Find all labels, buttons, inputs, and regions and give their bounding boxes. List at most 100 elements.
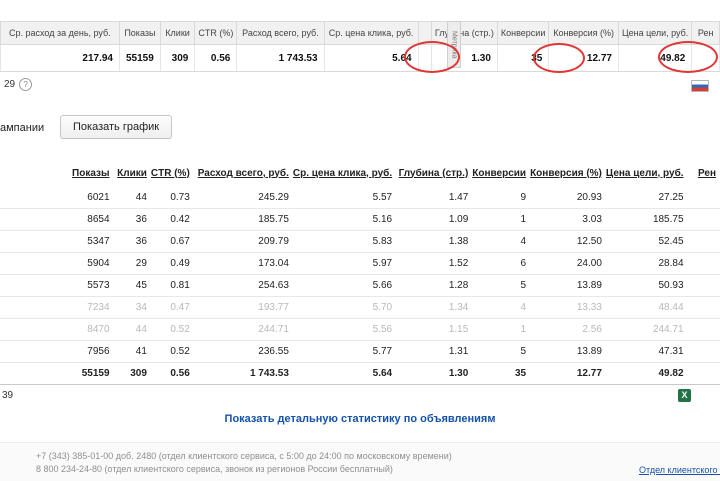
cell: 48.44 [605,296,688,319]
cell: 0.73 [150,187,194,209]
total-cell: 309 [113,362,151,385]
cell: 4 [472,230,531,253]
summary-value-impressions: 55159 [118,44,161,72]
cell: 27.25 [605,187,688,209]
excel-export-icon[interactable]: X [678,389,691,402]
cell: 185.75 [605,208,688,231]
cell: 5.70 [292,296,397,319]
cell: 45 [113,274,151,297]
cell [687,274,720,297]
cell: 41 [113,340,151,363]
table-row: 5904 29 0.49 173.04 5.97 1.52 6 24.00 28… [0,252,720,275]
cell: 5.77 [292,340,397,363]
summary-col-conversions[interactable]: Конверсии [496,21,550,45]
col-impressions[interactable]: Показы [0,163,114,187]
cell: 244.71 [605,318,688,341]
col-conversion-rate[interactable]: Конверсия (%) [530,163,606,187]
col-depth[interactable]: Глубина (стр.) [396,163,472,187]
total-cell: 1.30 [396,362,473,385]
cell: 20.93 [530,187,606,209]
cell: 47.31 [605,340,688,363]
footer: +7 (343) 385-01-00 доб. 2480 (отдел клие… [0,442,720,481]
summary-col-conversion-rate[interactable]: Конверсия (%) [548,21,619,45]
total-cell: 5.64 [292,362,397,385]
table-row-muted: 8470 44 0.52 244.71 5.56 1.15 1 2.56 244… [0,318,720,341]
cell: 245.29 [193,187,293,209]
footer-phone-tollfree: 8 800 234-24-80 (отдел клиентского серви… [36,464,393,474]
col-cost-per-goal[interactable]: Цена цели, руб. [606,163,688,187]
cell: 5 [472,274,531,297]
cell: 0.52 [150,318,194,341]
cell: 5.56 [292,318,397,341]
total-cell: 1 743.53 [193,362,293,385]
total-cell [687,362,720,385]
cell: 44 [113,318,151,341]
total-cell: 0.56 [150,362,194,385]
show-chart-button[interactable]: Показать график [60,115,173,139]
table-row: 8654 36 0.42 185.75 5.16 1.09 1 3.03 185… [0,208,720,231]
col-cut[interactable]: Рен [688,163,720,187]
cell: 5.16 [292,208,397,231]
cell: 13.89 [530,274,606,297]
cell: 5 [472,340,531,363]
table-row: 5573 45 0.81 254.63 5.66 1.28 5 13.89 50… [0,274,720,297]
cell: 5.97 [292,252,397,275]
total-cell: 35 [472,362,531,385]
cell: 0.47 [150,296,194,319]
cell: 4 [472,296,531,319]
cell: 29 [113,252,151,275]
cell: 244.71 [193,318,293,341]
cell [687,318,720,341]
cell: 9 [472,187,531,209]
summary-value-clicks: 309 [159,44,196,72]
cell: 0.42 [150,208,194,231]
summary-value-total-spend: 1 743.53 [236,44,325,72]
summary-col-avg-daily-spend[interactable]: Ср. расход за день, руб. [0,21,120,45]
summary-col-total-spend[interactable]: Расход всего, руб. [236,21,325,45]
cell: 209.79 [193,230,293,253]
summary-col-avg-cpc[interactable]: Ср. цена клика, руб. [323,21,419,45]
cell: 0.81 [150,274,194,297]
help-icon[interactable]: ? [19,78,33,91]
summary-col-ctr[interactable]: CTR (%) [194,21,238,45]
cell [687,340,720,363]
cell: 5.66 [292,274,397,297]
cell: 1 [472,318,531,341]
cell: 13.89 [530,340,606,363]
cell: 3.03 [530,208,606,231]
cell: 1.28 [396,274,473,297]
cell: 8654 [0,208,114,231]
total-cell: 49.82 [605,362,688,385]
cell [687,208,720,231]
page-count: 39 [2,390,14,401]
summary-col-impressions[interactable]: Показы [118,21,161,45]
cell: 1.09 [396,208,473,231]
cell: 52.45 [605,230,688,253]
total-cell: 55159 [0,362,114,385]
cell: 8470 [0,318,114,341]
col-clicks[interactable]: Клики [114,163,151,187]
cell: 6021 [0,187,114,209]
cell: 1.34 [396,296,473,319]
cell [687,187,720,209]
col-avg-cpc[interactable]: Ср. цена клика, руб. [293,163,396,187]
show-details-link[interactable]: Показать детальную статистику по объявле… [0,413,720,425]
col-ctr[interactable]: CTR (%) [151,163,194,187]
cell: 236.55 [193,340,293,363]
col-total-spend[interactable]: Расход всего, руб. [194,163,293,187]
support-link[interactable]: Отдел клиентского сервиса [639,465,720,475]
cell [687,252,720,275]
summary-values-row: 217.94 55159 309 0.56 1 743.53 5.64 1.30… [0,44,720,72]
cell: 2.56 [530,318,606,341]
cell: 13.33 [530,296,606,319]
russia-flag-icon[interactable] [691,80,709,92]
total-cell: 12.77 [530,362,606,385]
cell [687,230,720,253]
cell: 1.31 [396,340,473,363]
summary-col-clicks[interactable]: Клики [159,21,196,45]
cell: 173.04 [193,252,293,275]
col-conversions[interactable]: Конверсии [472,163,530,187]
cell: 5904 [0,252,114,275]
cell [687,296,720,319]
campaigns-label: ампании [0,122,45,134]
